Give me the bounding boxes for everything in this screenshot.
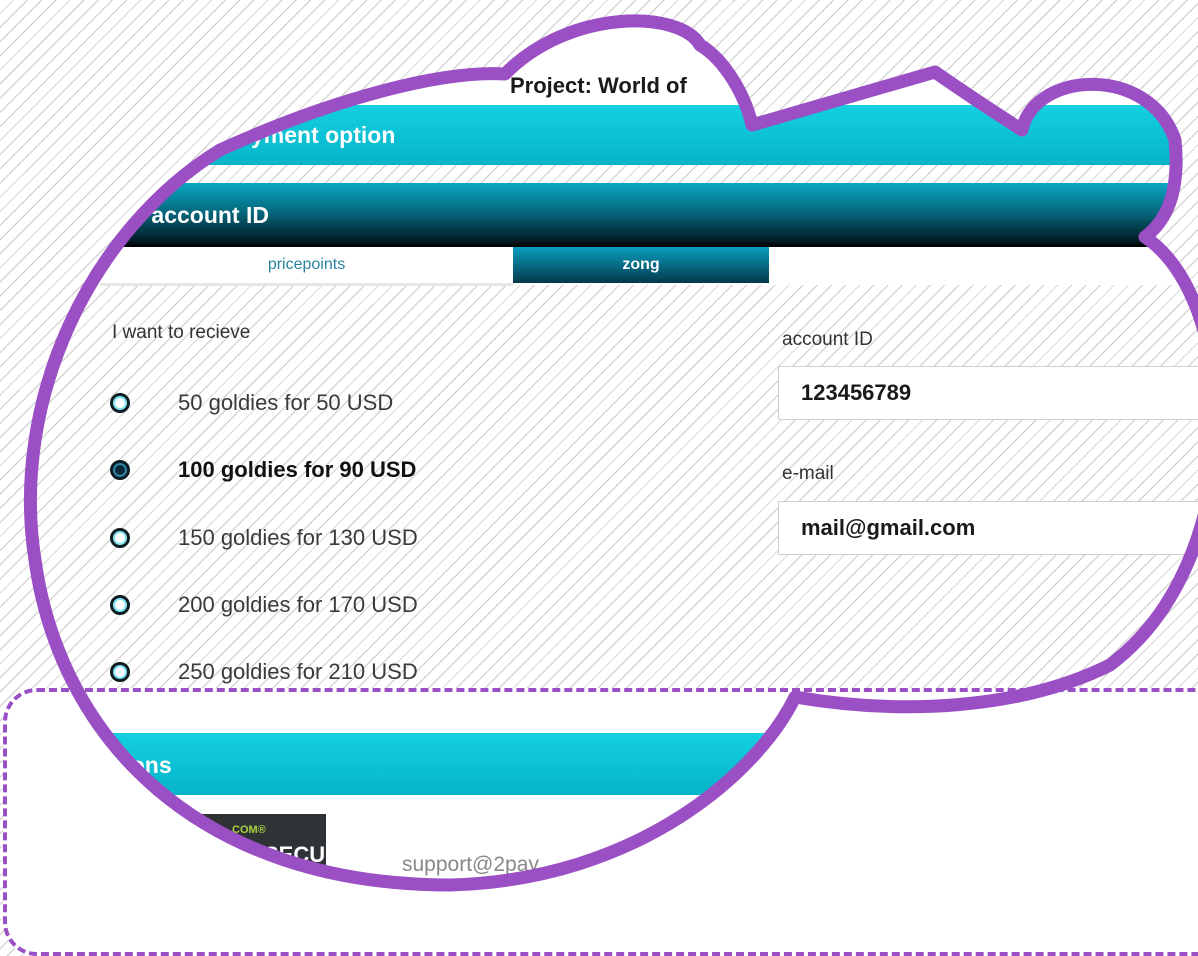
cloud-frame — [23, 14, 1198, 892]
